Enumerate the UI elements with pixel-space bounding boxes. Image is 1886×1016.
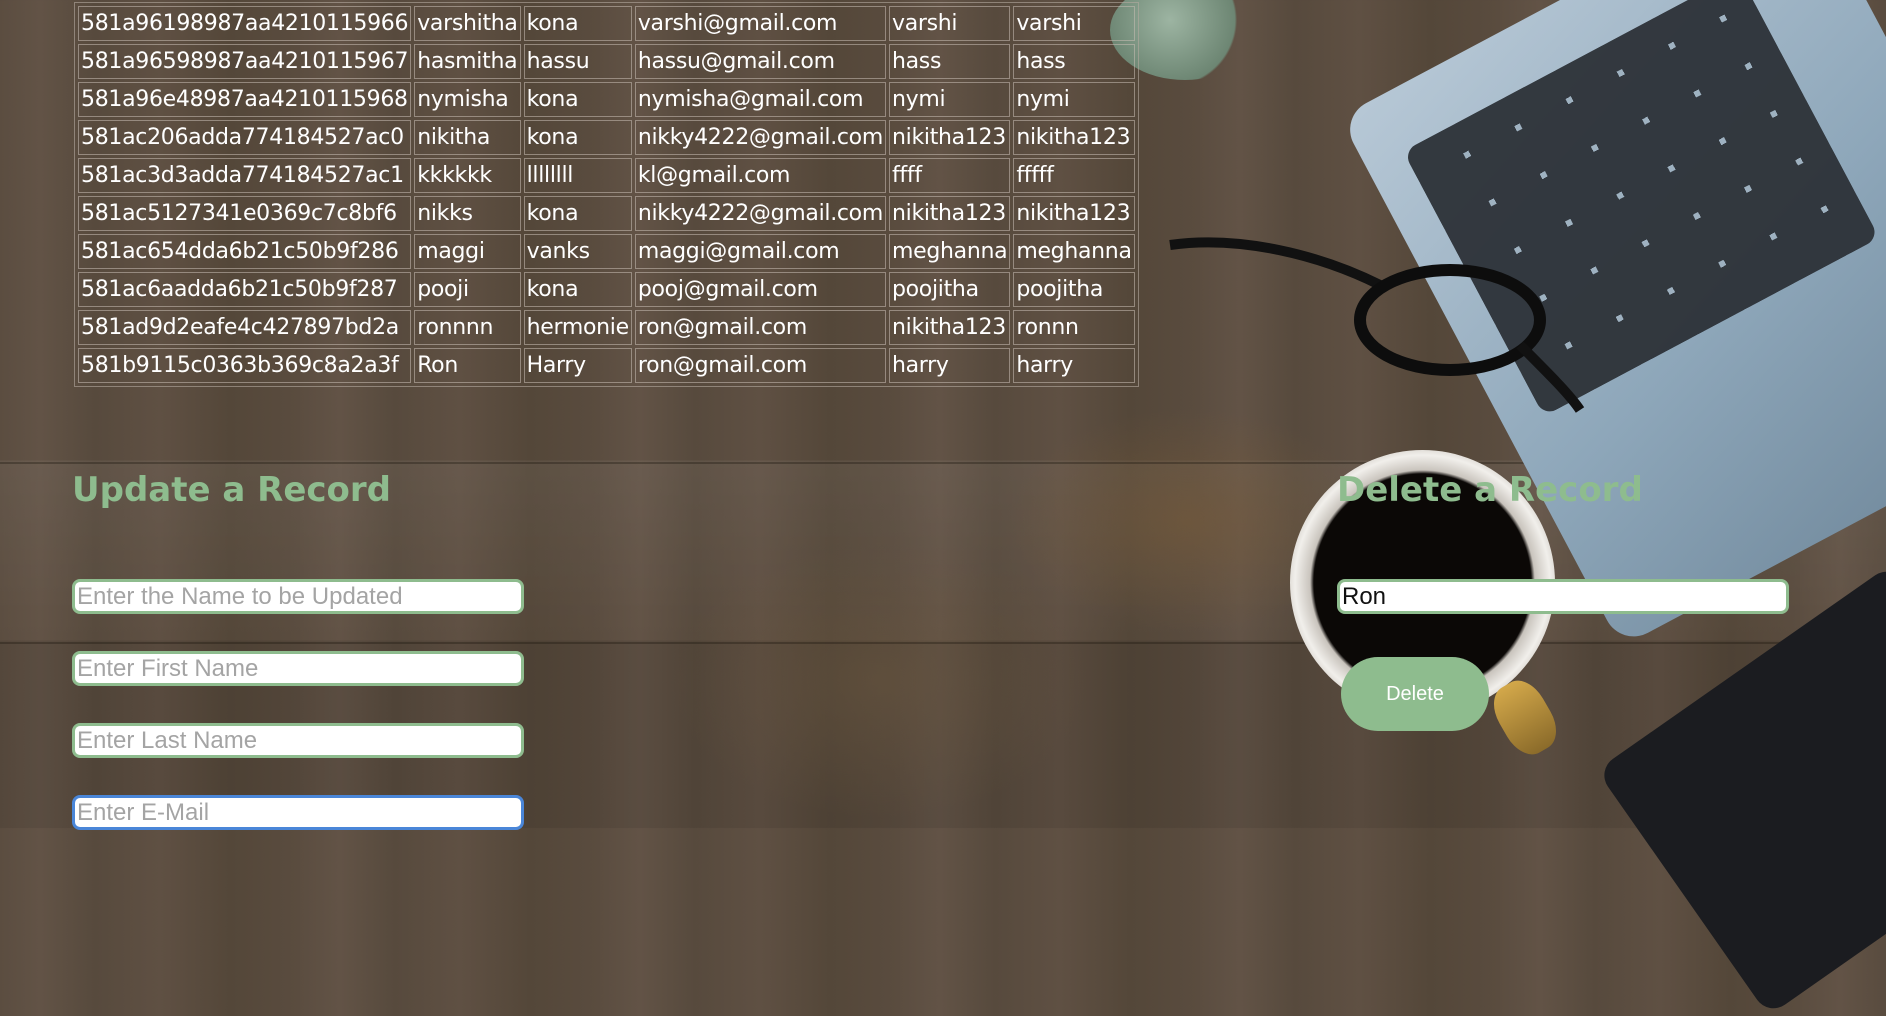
last-name-cell: kona (523, 6, 632, 41)
user-id-cell: 581a96198987aa4210115966 (78, 6, 412, 41)
password-cell: harry (1013, 348, 1135, 383)
first-name-cell: pooji (414, 272, 521, 307)
email-cell: maggi@gmail.com (634, 234, 886, 269)
first-name-cell: varshitha (414, 6, 521, 41)
desk-plank-seam (0, 642, 1886, 644)
last-name-cell: kona (523, 196, 632, 231)
table-row: 581a96198987aa4210115966 varshitha kona var… (78, 6, 1135, 41)
email-cell: ron@gmail.com (634, 348, 886, 383)
first-name-cell: nikitha (414, 120, 521, 155)
email-cell: nymisha@gmail.com (634, 82, 886, 117)
table-row: 581ad9d2eafe4c427897bd2a ronnnn hermonie ro… (78, 310, 1135, 345)
password-cell: poojitha (1013, 272, 1135, 307)
table-row: 581a96598987aa4210115967 hasmitha hassu has… (78, 44, 1135, 79)
password-cell: nikitha123 (1013, 120, 1135, 155)
eyeglasses-decoration (1169, 237, 1585, 413)
username-cell: harry (888, 348, 1011, 383)
username-cell: varshi (888, 6, 1011, 41)
first-name-cell: hasmitha (414, 44, 521, 79)
email-cell: ron@gmail.com (634, 310, 886, 345)
user-id-cell: 581a96e48987aa4210115968 (78, 82, 412, 117)
first-name-cell: maggi (414, 234, 521, 269)
first-name-cell: nikks (414, 196, 521, 231)
delete-name-input[interactable] (1337, 579, 1789, 614)
table-row: 581a96e48987aa4210115968 nymisha kona nymis… (78, 82, 1135, 117)
email-cell: nikky4222@gmail.com (634, 196, 886, 231)
username-cell: poojitha (888, 272, 1011, 307)
password-cell: varshi (1013, 6, 1135, 41)
username-cell: nikitha123 (888, 120, 1011, 155)
delete-button[interactable]: Delete (1341, 657, 1489, 731)
table-row: 581ac654dda6b21c50b9f286 maggi vanks maggi@… (78, 234, 1135, 269)
first-name-cell: nymisha (414, 82, 521, 117)
table-row: 581ac3d3adda774184527ac1 kkkkkk llllllll kl… (78, 158, 1135, 193)
email-input[interactable] (72, 795, 524, 830)
username-cell: nikitha123 (888, 196, 1011, 231)
password-cell: nymi (1013, 82, 1135, 117)
username-cell: hass (888, 44, 1011, 79)
last-name-cell: hassu (523, 44, 632, 79)
last-name-cell: llllllll (523, 158, 632, 193)
password-cell: meghanna (1013, 234, 1135, 269)
table-row: 581ac206adda774184527ac0 nikitha kona nikky… (78, 120, 1135, 155)
user-id-cell: 581ac5127341e0369c7c8bf6 (78, 196, 412, 231)
email-cell: kl@gmail.com (634, 158, 886, 193)
username-cell: nikitha123 (888, 310, 1011, 345)
user-id-cell: 581b9115c0363b369c8a2a3f (78, 348, 412, 383)
first-name-input[interactable] (72, 651, 524, 686)
user-id-cell: 581a96598987aa4210115967 (78, 44, 412, 79)
last-name-cell: vanks (523, 234, 632, 269)
table-row: 581ac5127341e0369c7c8bf6 nikks kona nikky42… (78, 196, 1135, 231)
password-cell: fffff (1013, 158, 1135, 193)
email-cell: pooj@gmail.com (634, 272, 886, 307)
last-name-cell: Harry (523, 348, 632, 383)
first-name-cell: kkkkkk (414, 158, 521, 193)
user-id-cell: 581ad9d2eafe4c427897bd2a (78, 310, 412, 345)
password-cell: nikitha123 (1013, 196, 1135, 231)
users-table-body: 581a96198987aa4210115966 varshitha kona var… (78, 6, 1135, 383)
username-cell: meghanna (888, 234, 1011, 269)
first-name-cell: Ron (414, 348, 521, 383)
last-name-cell: kona (523, 272, 632, 307)
email-cell: varshi@gmail.com (634, 6, 886, 41)
user-id-cell: 581ac654dda6b21c50b9f286 (78, 234, 412, 269)
first-name-cell: ronnnn (414, 310, 521, 345)
last-name-cell: kona (523, 120, 632, 155)
email-cell: nikky4222@gmail.com (634, 120, 886, 155)
update-record-heading: Update a Record (72, 470, 392, 510)
username-cell: nymi (888, 82, 1011, 117)
last-name-cell: hermonie (523, 310, 632, 345)
update-name-input[interactable] (72, 579, 524, 614)
user-id-cell: 581ac206adda774184527ac0 (78, 120, 412, 155)
delete-record-heading: Delete a Record (1337, 470, 1643, 510)
user-id-cell: 581ac3d3adda774184527ac1 (78, 158, 412, 193)
user-id-cell: 581ac6aadda6b21c50b9f287 (78, 272, 412, 307)
email-cell: hassu@gmail.com (634, 44, 886, 79)
password-cell: ronnn (1013, 310, 1135, 345)
last-name-input[interactable] (72, 723, 524, 758)
table-row: 581ac6aadda6b21c50b9f287 pooji kona pooj@gm… (78, 272, 1135, 307)
last-name-cell: kona (523, 82, 632, 117)
username-cell: ffff (888, 158, 1011, 193)
password-cell: hass (1013, 44, 1135, 79)
table-row: 581b9115c0363b369c8a2a3f Ron Harry ron@gmai… (78, 348, 1135, 383)
users-table: 581a96198987aa4210115966 varshitha kona var… (74, 2, 1139, 387)
